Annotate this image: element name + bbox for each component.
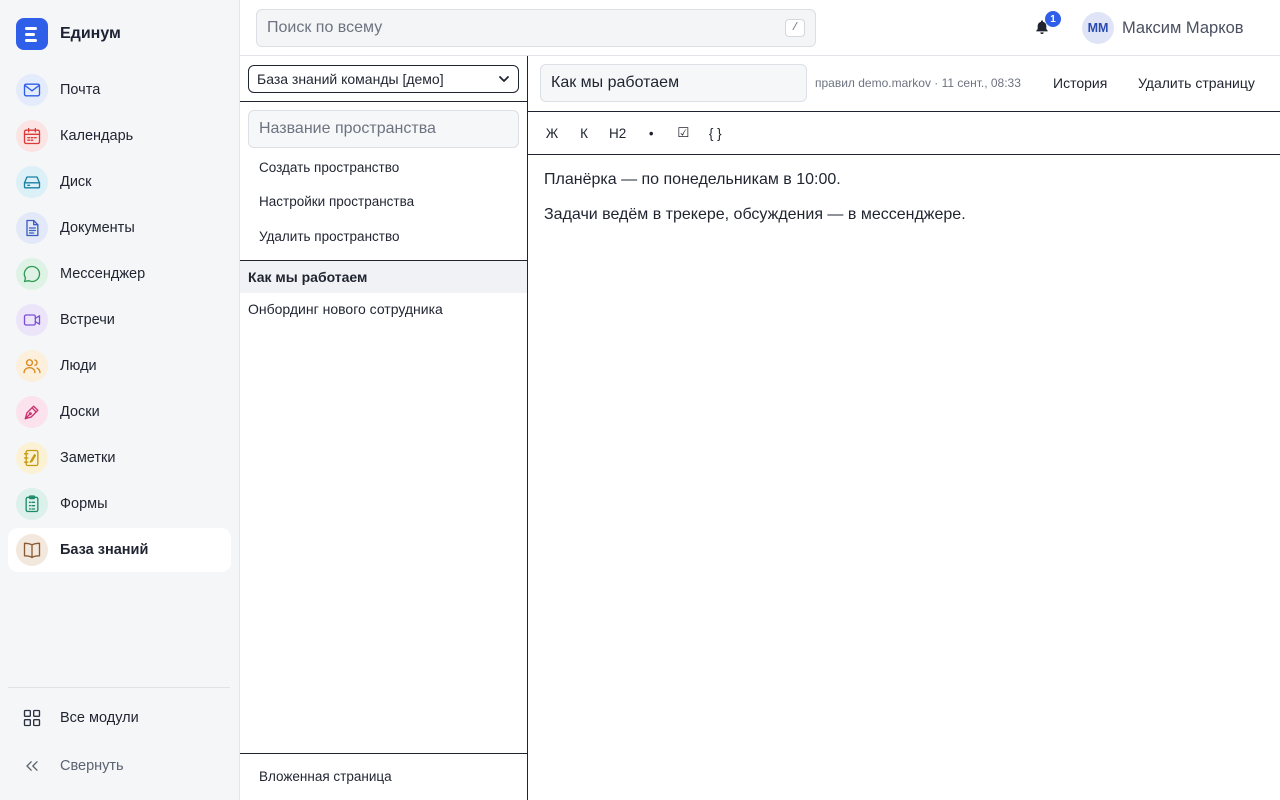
page-editor: правил demo.markov · 11 сент., 08:33 Ист…: [528, 56, 1280, 800]
sidebar-item-people[interactable]: Люди: [8, 344, 231, 388]
sidebar-item-label: Встречи: [60, 312, 115, 328]
chat-icon: [16, 258, 48, 290]
sidebar-item-knowledge-base[interactable]: База знаний: [8, 528, 231, 572]
app-logo-icon: [16, 18, 48, 50]
sidebar-item-forms[interactable]: Формы: [8, 482, 231, 526]
space-name-input[interactable]: [248, 110, 519, 148]
sidebar-item-label: Диск: [60, 174, 92, 190]
sidebar-item-notes[interactable]: Заметки: [8, 436, 231, 480]
user-name: Максим Марков: [1122, 18, 1244, 37]
chevron-down-icon: [499, 76, 509, 82]
sidebar-item-label: Формы: [60, 496, 108, 512]
search-input[interactable]: [267, 19, 785, 37]
app-name: Единум: [60, 25, 121, 42]
history-button[interactable]: История: [1053, 75, 1107, 91]
drive-icon: [16, 166, 48, 198]
space-settings-button[interactable]: Настройки пространства: [259, 194, 414, 209]
add-subpage-button[interactable]: Вложенная страница: [259, 769, 392, 784]
formatting-toolbar: Ж К H2 • ☑ { }: [540, 120, 735, 146]
knowledge-base-panel: База знаний команды [демо] Создать прост…: [240, 56, 528, 800]
sidebar-item-label: Почта: [60, 82, 101, 98]
code-block-button[interactable]: { }: [703, 121, 727, 145]
delete-page-button[interactable]: Удалить страницу: [1138, 75, 1255, 91]
page-content[interactable]: Планёрка — по понедельникам в 10:00. Зад…: [544, 170, 1264, 240]
sidebar-item-boards[interactable]: Доски: [8, 390, 231, 434]
sidebar-item-label: Мессенджер: [60, 266, 146, 282]
divider: [240, 101, 527, 102]
page-title-input[interactable]: [540, 64, 807, 102]
topbar: / 1 ММ Максим Марков: [240, 0, 1280, 56]
sidebar-item-label: Документы: [60, 220, 135, 236]
pen-icon: [16, 396, 48, 428]
collapse-label: Свернуть: [60, 758, 124, 774]
content-paragraph: Планёрка — по понедельникам в 10:00.: [544, 171, 841, 188]
divider: [528, 154, 1280, 155]
knowledge-base-select[interactable]: База знаний команды [демо]: [248, 65, 519, 93]
chevrons-left-icon: [16, 750, 48, 782]
last-edit-meta: правил demo.markov · 11 сент., 08:33: [815, 76, 1021, 90]
people-icon: [16, 350, 48, 382]
sidebar-divider: [8, 687, 230, 688]
content-paragraph: Задачи ведём в трекере, обсуждения — в м…: [544, 206, 966, 223]
grid-icon: [16, 702, 48, 734]
calendar-icon: [16, 120, 48, 152]
sidebar-item-label: Календарь: [60, 128, 134, 144]
sidebar-item-calendar[interactable]: Календарь: [8, 114, 231, 158]
delete-space-button[interactable]: Удалить пространство: [259, 229, 399, 244]
sidebar-item-label: Доски: [60, 404, 100, 420]
notes-icon: [16, 442, 48, 474]
sidebar-item-mail[interactable]: Почта: [8, 68, 231, 112]
document-icon: [16, 212, 48, 244]
collapse-sidebar-button[interactable]: Свернуть: [8, 744, 231, 788]
brand[interactable]: Единум: [16, 18, 121, 50]
divider: [240, 753, 527, 754]
avatar: ММ: [1082, 12, 1114, 44]
sidebar-item-messenger[interactable]: Мессенджер: [8, 252, 231, 296]
bold-button[interactable]: Ж: [540, 121, 564, 145]
heading-button[interactable]: H2: [604, 121, 631, 145]
checklist-button[interactable]: ☑: [671, 121, 695, 145]
bullet-list-button[interactable]: •: [639, 121, 663, 145]
sidebar-item-label: Люди: [60, 358, 97, 374]
divider: [528, 111, 1280, 112]
book-icon: [16, 534, 48, 566]
clipboard-icon: [16, 488, 48, 520]
search-shortcut-hint: /: [785, 19, 805, 37]
all-modules-label: Все модули: [60, 710, 139, 726]
global-search[interactable]: /: [256, 9, 816, 47]
page-list-item[interactable]: Онбординг нового сотрудника: [240, 293, 527, 325]
video-icon: [16, 304, 48, 336]
knowledge-base-select-value: База знаний команды [демо]: [257, 71, 444, 87]
sidebar-footer: Все модули Свернуть: [8, 696, 231, 792]
sidebar-item-label: Заметки: [60, 450, 116, 466]
sidebar-item-label: База знаний: [60, 542, 149, 558]
sidebar-item-documents[interactable]: Документы: [8, 206, 231, 250]
sidebar-item-meetings[interactable]: Встречи: [8, 298, 231, 342]
notification-badge: 1: [1045, 11, 1061, 27]
italic-button[interactable]: К: [572, 121, 596, 145]
user-menu[interactable]: ММ Максим Марков: [1082, 12, 1244, 44]
sidebar-item-drive[interactable]: Диск: [8, 160, 231, 204]
create-space-button[interactable]: Создать пространство: [259, 160, 399, 175]
mail-icon: [16, 74, 48, 106]
module-nav: Почта Календарь Диск Документы Мессендже…: [8, 68, 231, 574]
app-sidebar: Единум Почта Календарь Диск Документы Ме…: [0, 0, 240, 800]
all-modules-button[interactable]: Все модули: [8, 696, 231, 740]
page-list-item[interactable]: Как мы работаем: [240, 261, 527, 293]
